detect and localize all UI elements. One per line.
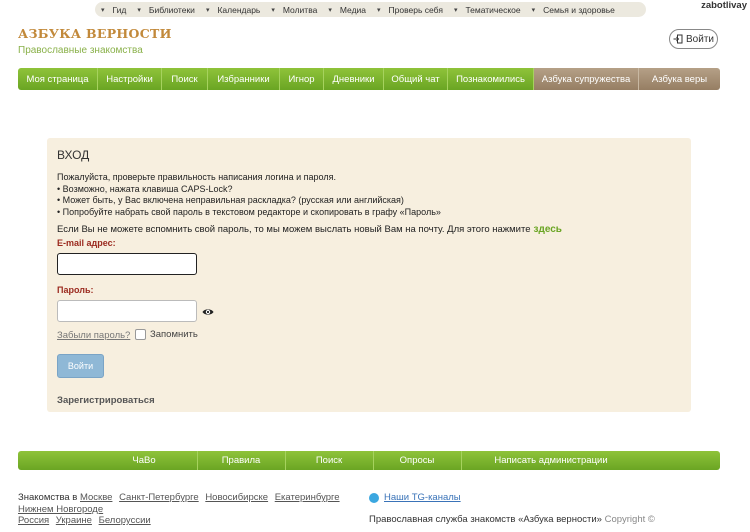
login-tip: Попробуйте набрать свой пароль в текстов… [57, 207, 441, 219]
main-nav: Моя страница Настройки Поиск Избранники … [18, 68, 720, 90]
username[interactable]: zabotlivay [701, 0, 747, 11]
header-login-label: Войти [686, 33, 714, 45]
top-menu-label: Медиа [339, 4, 367, 15]
top-menu-label: Календарь [217, 4, 261, 15]
nav-settings[interactable]: Настройки [98, 68, 162, 90]
city-link-spb[interactable]: Санкт-Петербурге [119, 492, 199, 503]
top-menu-item-libraries[interactable]: ▾ Библиотеки [137, 5, 195, 15]
top-menu-label: Семья и здоровье [543, 4, 615, 15]
footer-nav-search[interactable]: Поиск [285, 451, 373, 470]
footer-nav-contact-admin[interactable]: Написать администрации [461, 451, 641, 470]
chevron-down-icon: ▾ [137, 6, 141, 14]
password-recovery-text: Если Вы не можете вспомнить свой пароль,… [57, 224, 562, 235]
remember-checkbox[interactable] [135, 329, 146, 340]
nav-search[interactable]: Поиск [162, 68, 208, 90]
top-menu-label: Тематическое [465, 4, 521, 15]
top-menu-item-family[interactable]: ▾ Семья и здоровье [532, 5, 615, 15]
chevron-down-icon: ▾ [377, 6, 381, 14]
chevron-down-icon: ▾ [328, 6, 332, 14]
chevron-down-icon: ▾ [531, 6, 536, 14]
footer-nav-polls[interactable]: Опросы [373, 451, 461, 470]
email-field[interactable] [57, 253, 197, 275]
top-menu-item-prayer[interactable]: ▾ Молитва [271, 5, 317, 15]
login-tip: Возможно, нажата клавиша CAPS-Lock? [57, 184, 441, 196]
login-hint-intro: Пожалуйста, проверьте правильность напис… [57, 172, 336, 182]
nav-diaries[interactable]: Дневники [324, 68, 384, 90]
country-link-ukraine[interactable]: Украине [56, 515, 92, 526]
login-icon [673, 34, 683, 44]
chevron-down-icon: ▾ [205, 6, 210, 14]
login-panel: ВХОД Пожалуйста, проверьте правильность … [47, 138, 691, 412]
footer-nav: ЧаВо Правила Поиск Опросы Написать админ… [18, 451, 720, 470]
country-link-belarus[interactable]: Белоруссии [99, 515, 151, 526]
telegram-channels[interactable]: Наши TG-каналы [369, 492, 461, 503]
chevron-down-icon: ▾ [271, 6, 275, 14]
login-submit-button[interactable]: Войти [57, 354, 104, 378]
city-link-novosibirsk[interactable]: Новосибирске [205, 492, 268, 503]
login-hint: Пожалуйста, проверьте правильность напис… [57, 172, 441, 218]
top-menu-item-thematic[interactable]: ▾ Тематическое [454, 5, 521, 15]
top-menu-label: Библиотеки [148, 4, 195, 15]
eye-icon[interactable] [202, 306, 214, 318]
login-tip: Может быть, у Вас включена неправильная … [57, 195, 441, 207]
city-link-nizhny-novgorod[interactable]: Нижнем Новгороде [18, 504, 103, 515]
footer-nav-faq[interactable]: ЧаВо [100, 451, 188, 470]
nav-marriage-abc[interactable]: Азбука супружества [534, 68, 639, 90]
country-link-russia[interactable]: Россия [18, 515, 49, 526]
forgot-password-link[interactable]: Забыли пароль? [57, 330, 130, 341]
password-recovery-label: Если Вы не можете вспомнить свой пароль,… [57, 224, 531, 235]
nav-met[interactable]: Познакомились [448, 68, 534, 90]
chevron-down-icon: ▾ [453, 6, 458, 14]
telegram-icon [369, 492, 379, 503]
top-menu-item-guide[interactable]: ▾ Гид [101, 5, 126, 15]
header-login-button[interactable]: Войти [669, 29, 718, 49]
site-logo-subtitle: Православные знакомства [18, 45, 143, 56]
nav-favorites[interactable]: Избранники [208, 68, 280, 90]
cities-label: Знакомства в [18, 492, 78, 503]
nav-general-chat[interactable]: Общий чат [384, 68, 448, 90]
top-menu-bar: ▾ Гид ▾ Библиотеки ▾ Календарь ▾ Молитва ▾ Ме… [95, 2, 646, 17]
top-menu-item-test[interactable]: ▾ Проверь себя [377, 5, 443, 15]
password-label: Пароль: [57, 285, 94, 295]
top-menu-item-calendar[interactable]: ▾ Календарь [206, 5, 260, 15]
remember-label: Запомнить [150, 329, 198, 340]
top-menu-label: Молитва [282, 4, 318, 15]
nav-faith-abc[interactable]: Азбука веры [639, 68, 720, 90]
nav-my-page[interactable]: Моя страница [18, 68, 98, 90]
top-menu-label: Проверь себя [388, 4, 443, 15]
top-menu-item-media[interactable]: ▾ Медиа [328, 5, 366, 15]
password-recovery-link[interactable]: здесь [534, 224, 562, 235]
copyright-text: Православная служба знакомств «Азбука ве… [369, 514, 602, 525]
telegram-channels-link[interactable]: Наши TG-каналы [384, 492, 461, 503]
remember-me[interactable]: Запомнить [135, 329, 198, 340]
password-field[interactable] [57, 300, 197, 322]
copyright: Православная служба знакомств «Азбука ве… [369, 514, 655, 525]
register-link[interactable]: Зарегистрироваться [57, 395, 155, 406]
top-menu-label: Гид [112, 4, 127, 15]
city-link-ekaterinburg[interactable]: Екатеринбурге [275, 492, 340, 503]
chevron-down-icon: ▾ [101, 6, 105, 14]
city-links: Знакомства в Москве Санкт-Петербурге Нов… [18, 492, 358, 527]
site-logo-title[interactable]: АЗБУКА ВЕРНОСТИ [18, 26, 172, 41]
login-title: ВХОД [57, 148, 90, 162]
nav-ignore[interactable]: Игнор [280, 68, 324, 90]
city-link-moscow[interactable]: Москве [80, 492, 112, 503]
email-label: E-mail адрес: [57, 238, 116, 248]
copyright-link[interactable]: Copyright © [605, 514, 655, 525]
login-tips-list: Возможно, нажата клавиша CAPS-Lock? Може… [57, 184, 441, 219]
footer-nav-rules[interactable]: Правила [197, 451, 285, 470]
